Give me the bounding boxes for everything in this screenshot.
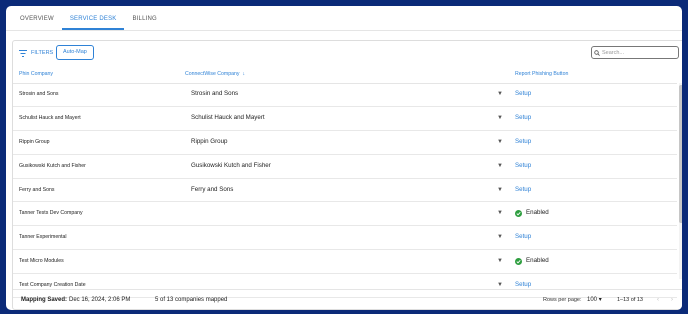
dropdown-arrow-icon[interactable]: ▼ bbox=[497, 155, 503, 178]
mapping-card: FILTERS Auto-Map Search... Phin Company … bbox=[12, 40, 682, 310]
header-connectwise-company[interactable]: ConnectWise Company ↓ bbox=[185, 65, 245, 83]
phin-company-cell: Strosin and Sons bbox=[19, 91, 59, 97]
table-row: Test Micro Modules ▼ Enabled bbox=[13, 250, 677, 275]
pagination-range: 1–13 of 13 bbox=[617, 297, 643, 303]
dropdown-arrow-icon[interactable]: ▼ bbox=[497, 202, 503, 225]
setup-link[interactable]: Setup bbox=[515, 226, 531, 249]
sort-arrow-icon: ↓ bbox=[242, 71, 246, 77]
setup-link[interactable]: Setup bbox=[515, 179, 531, 202]
phin-company-cell: Tanner Experimental bbox=[19, 234, 67, 241]
setup-link[interactable]: Setup bbox=[515, 131, 531, 154]
tab-overview[interactable]: OVERVIEW bbox=[12, 8, 62, 30]
setup-link[interactable]: Setup bbox=[515, 83, 531, 106]
filter-icon bbox=[19, 49, 27, 57]
rows-per-page-label: Rows per page: bbox=[543, 297, 582, 303]
previous-page-icon[interactable]: ‹ bbox=[657, 290, 659, 310]
filters-label: FILTERS bbox=[31, 50, 54, 56]
dropdown-arrow-icon[interactable]: ▼ bbox=[497, 131, 503, 154]
tab-bar: OVERVIEW SERVICE DESK BILLING bbox=[12, 8, 165, 30]
table-body: Strosin and Sons Strosin and Sons ▼ Setu… bbox=[13, 83, 677, 299]
chevron-down-icon: ▾ bbox=[598, 297, 602, 303]
rows-per-page-select[interactable]: 100 ▾ bbox=[587, 290, 602, 310]
next-page-icon[interactable]: › bbox=[671, 290, 673, 310]
enabled-status: Enabled bbox=[515, 202, 549, 225]
header-phin-company[interactable]: Phin Company bbox=[19, 65, 53, 83]
search-icon bbox=[594, 49, 600, 56]
phin-company-cell: Test Micro Modules bbox=[19, 258, 64, 265]
mapped-count: 5 of 13 companies mapped bbox=[155, 297, 228, 303]
filters-button[interactable]: FILTERS bbox=[19, 46, 53, 60]
setup-link[interactable]: Setup bbox=[515, 107, 531, 130]
dropdown-arrow-icon[interactable]: ▼ bbox=[497, 250, 503, 273]
phin-company-cell: Ferry and Sons bbox=[19, 186, 55, 193]
table-row: Schulist Hauck and Mayert Schulist Hauck… bbox=[13, 107, 677, 131]
connectwise-company-select[interactable]: Schulist Hauck and Mayert bbox=[191, 107, 265, 130]
auto-map-button[interactable]: Auto-Map bbox=[56, 45, 94, 60]
connectwise-company-select[interactable]: Rippin Group bbox=[191, 131, 227, 154]
setup-link[interactable]: Setup bbox=[515, 155, 531, 178]
dropdown-arrow-icon[interactable]: ▼ bbox=[497, 179, 503, 202]
table-header: Phin Company ConnectWise Company ↓ Report… bbox=[13, 65, 677, 84]
phin-company-cell: Gusikowski Kutch and Fisher bbox=[19, 162, 86, 169]
enabled-label: Enabled bbox=[526, 209, 549, 217]
mapping-saved-label: Mapping Saved: bbox=[21, 297, 68, 303]
table-row: Tanner Tests Dev Company ▼ Enabled bbox=[13, 202, 677, 227]
dropdown-arrow-icon[interactable]: ▼ bbox=[497, 83, 503, 106]
rows-per-page-value: 100 bbox=[587, 297, 598, 303]
table-row: Ferry and Sons Ferry and Sons ▼ Setup bbox=[13, 179, 677, 203]
table-row: Rippin Group Rippin Group ▼ Setup bbox=[13, 131, 677, 155]
phin-company-cell: Tanner Tests Dev Company bbox=[19, 210, 83, 217]
toolbar: FILTERS Auto-Map Search... bbox=[13, 45, 682, 61]
tab-billing[interactable]: BILLING bbox=[124, 8, 164, 30]
header-connectwise-label: ConnectWise Company bbox=[185, 71, 240, 77]
app-window: OVERVIEW SERVICE DESK BILLING FILTERS Au… bbox=[3, 3, 685, 313]
enabled-status: Enabled bbox=[515, 250, 549, 273]
dropdown-arrow-icon[interactable]: ▼ bbox=[497, 226, 503, 249]
tabs-divider bbox=[6, 30, 682, 31]
search-input[interactable]: Search... bbox=[591, 46, 679, 59]
scrollbar-thumb[interactable] bbox=[679, 85, 682, 223]
table-row: Gusikowski Kutch and Fisher Gusikowski K… bbox=[13, 155, 677, 179]
enabled-label: Enabled bbox=[526, 257, 549, 265]
tab-service-desk[interactable]: SERVICE DESK bbox=[61, 8, 125, 30]
table-row: Strosin and Sons Strosin and Sons ▼ Setu… bbox=[13, 83, 677, 107]
phin-company-cell: Schulist Hauck and Mayert bbox=[19, 114, 81, 121]
table-footer: Mapping Saved: Dec 16, 2024, 2:06 PM 5 o… bbox=[13, 289, 682, 310]
dropdown-arrow-icon[interactable]: ▼ bbox=[497, 107, 503, 130]
header-report-phishing-button[interactable]: Report Phishing Button bbox=[515, 65, 568, 83]
table-row: Tanner Experimental ▼ Setup bbox=[13, 226, 677, 251]
connectwise-company-select[interactable]: Gusikowski Kutch and Fisher bbox=[191, 155, 271, 178]
search-placeholder: Search... bbox=[602, 49, 625, 56]
connectwise-company-select[interactable]: Strosin and Sons bbox=[191, 83, 238, 106]
check-circle-icon bbox=[515, 258, 522, 266]
connectwise-company-select[interactable]: Ferry and Sons bbox=[191, 179, 233, 202]
phin-company-cell: Rippin Group bbox=[19, 138, 50, 145]
mapping-saved-date: Dec 16, 2024, 2:06 PM bbox=[69, 297, 131, 303]
check-circle-icon bbox=[515, 210, 522, 218]
